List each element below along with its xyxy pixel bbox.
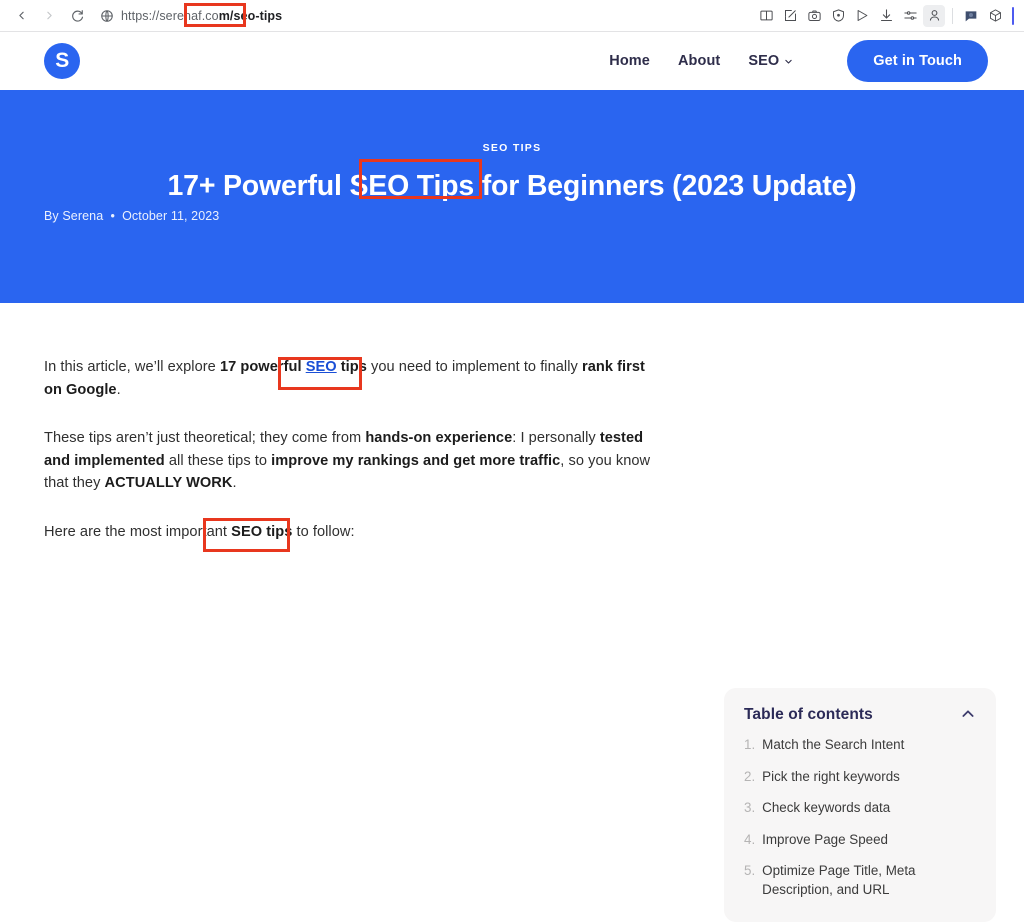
sliders-icon[interactable] bbox=[899, 5, 921, 27]
hero-banner: SEO TIPS 17+ Powerful SEO Tips for Begin… bbox=[0, 90, 1024, 303]
article-region: In this article, we’ll explore 17 powerf… bbox=[0, 303, 1024, 922]
p2-bold3: improve my rankings and get more traffic bbox=[271, 452, 561, 469]
p2-seg5: . bbox=[232, 475, 237, 492]
title-segment-1: 17+ Powerful bbox=[167, 170, 350, 202]
nav-item-home[interactable]: Home bbox=[609, 53, 650, 69]
get-in-touch-button[interactable]: Get in Touch bbox=[847, 40, 988, 82]
article-byline: By Serena • October 11, 2023 bbox=[44, 209, 219, 223]
browser-action-icons bbox=[755, 4, 1014, 27]
nav-item-about[interactable]: About bbox=[678, 53, 720, 69]
toc-item-label: Check keywords data bbox=[762, 800, 891, 815]
toc-list: 1. Match the Search Intent 2. Pick the r… bbox=[744, 736, 976, 899]
p2-seg3: all these tips to bbox=[164, 452, 272, 469]
table-of-contents: Table of contents 1. Match the Search In… bbox=[724, 688, 996, 922]
download-icon[interactable] bbox=[875, 5, 897, 27]
extension-chat-icon[interactable] bbox=[960, 5, 982, 27]
toc-item-label: Improve Page Speed bbox=[762, 831, 888, 847]
title-highlight: SEO Tips bbox=[349, 170, 475, 202]
extension-cube-icon[interactable] bbox=[984, 5, 1006, 27]
screenshot-camera-icon[interactable] bbox=[803, 5, 825, 27]
profile-person-icon[interactable] bbox=[923, 4, 945, 27]
site-header: S Home About SEO Get in Touch bbox=[0, 32, 1024, 90]
article-paragraph-1: In this article, we’ll explore 17 powerf… bbox=[44, 356, 654, 401]
toolbar-divider bbox=[952, 7, 953, 24]
send-paper-plane-icon[interactable] bbox=[851, 5, 873, 27]
url-highlighted-part: m/seo-tips bbox=[218, 8, 283, 23]
p2-bold1: hands-on experience bbox=[365, 430, 513, 447]
url-text: https://serenaf.com/seo-tips bbox=[121, 9, 282, 23]
article-paragraph-3: Here are the most important SEO tips to … bbox=[44, 521, 654, 544]
toc-item-number: 1. bbox=[744, 737, 756, 752]
list-item[interactable]: 5. Optimize Page Title, Meta Description… bbox=[744, 862, 976, 899]
nav-item-about-label: About bbox=[677, 53, 721, 69]
toc-title: Table of contents bbox=[744, 706, 873, 723]
url-prefix: https://serenaf.co bbox=[121, 8, 219, 23]
p3-seg2: to follow: bbox=[292, 524, 355, 541]
shield-icon[interactable] bbox=[827, 5, 849, 27]
browser-toolbar: https://serenaf.com/seo-tips bbox=[0, 0, 1024, 32]
reader-view-icon[interactable] bbox=[755, 5, 777, 27]
p1-bold2: tips bbox=[336, 359, 367, 375]
article-paragraph-2: These tips aren’t just theoretical; they… bbox=[44, 427, 654, 495]
toolbar-accent-bar bbox=[1012, 6, 1014, 25]
toc-item-number: 4. bbox=[744, 831, 756, 847]
site-navigation: Home About SEO Get in Touch bbox=[609, 40, 988, 82]
list-item[interactable]: 3. Check keywords data bbox=[744, 799, 976, 818]
list-item[interactable]: 1. Match the Search Intent bbox=[744, 736, 976, 755]
p1-bold1: 17 powerful bbox=[219, 359, 306, 375]
toc-header: Table of contents bbox=[744, 706, 976, 724]
article-body: In this article, we’ll explore 17 powerf… bbox=[44, 303, 654, 570]
logo-letter: S bbox=[55, 49, 69, 72]
forward-icon[interactable] bbox=[36, 3, 62, 29]
hero-eyebrow: SEO TIPS bbox=[482, 142, 542, 154]
p2-seg2: : I personally bbox=[512, 430, 600, 447]
nav-item-seo-label: SEO bbox=[748, 53, 780, 69]
edit-square-icon[interactable] bbox=[779, 5, 801, 27]
browser-nav-buttons bbox=[8, 3, 90, 29]
seo-inline-link[interactable]: SEO bbox=[306, 359, 337, 375]
globe-icon bbox=[100, 9, 114, 23]
p1-seg3: . bbox=[116, 381, 121, 398]
chevron-down-icon bbox=[784, 57, 793, 68]
site-logo[interactable]: S bbox=[44, 43, 80, 79]
p1-seg1: In this article, we’ll explore bbox=[44, 359, 220, 375]
p3-seg1: Here are the most important bbox=[44, 524, 232, 541]
chevron-up-icon[interactable] bbox=[960, 706, 976, 724]
list-item[interactable]: 4. Improve Page Speed bbox=[744, 831, 976, 850]
toc-item-label: Pick the right keywords bbox=[762, 768, 900, 784]
list-item[interactable]: 2. Pick the right keywords bbox=[744, 768, 976, 787]
p2-seg1: These tips aren’t just theoretical; they… bbox=[44, 430, 366, 447]
back-icon[interactable] bbox=[8, 3, 34, 29]
nav-item-seo[interactable]: SEO bbox=[748, 53, 793, 69]
p2-bold4: ACTUALLY WORK bbox=[104, 475, 233, 492]
p3-bold1: SEO tips bbox=[231, 524, 293, 541]
page-title: 17+ Powerful SEO Tips for Beginners (202… bbox=[44, 169, 980, 203]
address-bar[interactable]: https://serenaf.com/seo-tips bbox=[96, 4, 755, 28]
toc-item-label: Optimize Page Title, Meta Description, a… bbox=[762, 863, 916, 897]
title-segment-2: for Beginners (2023 Update) bbox=[474, 170, 857, 202]
byline-date: October 11, 2023 bbox=[122, 209, 220, 223]
reload-icon[interactable] bbox=[64, 3, 90, 29]
toc-item-number: 5. bbox=[744, 863, 756, 878]
byline-author: By Serena bbox=[44, 209, 104, 223]
toc-item-number: 2. bbox=[744, 768, 756, 784]
toc-item-label: Match the Search Intent bbox=[762, 737, 905, 752]
p1-seg2: you need to implement to finally bbox=[366, 359, 582, 375]
nav-item-home-label: Home bbox=[609, 53, 650, 69]
byline-separator: • bbox=[110, 209, 115, 223]
toc-item-number: 3. bbox=[744, 800, 756, 815]
